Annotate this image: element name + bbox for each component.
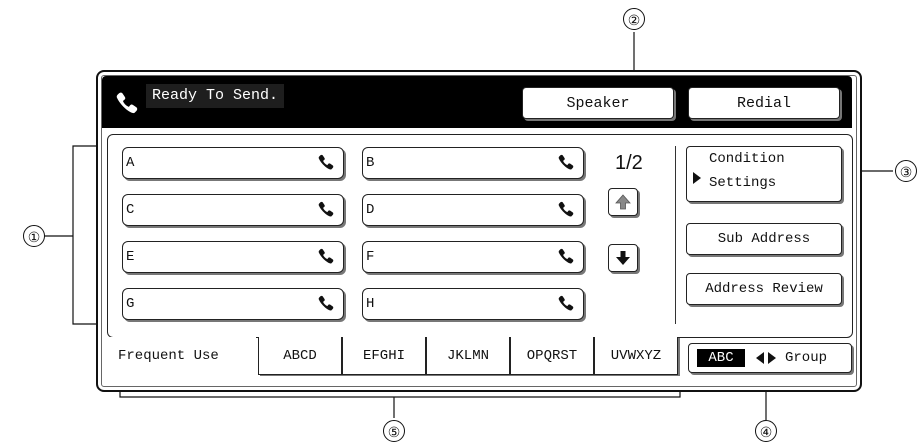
abc-group-toggle[interactable]: ABC Group	[688, 343, 852, 373]
tab-jklmn[interactable]: JKLMN	[426, 337, 510, 375]
status-text: Ready To Send.	[146, 84, 285, 108]
speaker-button[interactable]: Speaker	[522, 87, 674, 119]
destination-label: C	[126, 202, 135, 218]
tab-frequent-use[interactable]: Frequent Use	[108, 337, 256, 375]
destination-label: A	[126, 155, 135, 171]
abc-label: ABC	[697, 349, 745, 367]
tab-efghi[interactable]: EFGHI	[342, 337, 426, 375]
arrow-up-icon	[615, 194, 631, 210]
destination-label: H	[366, 296, 375, 312]
tab-abcd[interactable]: ABCD	[258, 337, 342, 375]
phone-icon	[116, 92, 138, 114]
condition-label-line2: Settings	[709, 175, 777, 191]
callout-2: ②	[623, 8, 645, 30]
phone-icon	[318, 248, 334, 264]
destination-label: D	[366, 202, 375, 218]
condition-settings-button[interactable]: Condition Settings	[686, 146, 842, 202]
phone-icon	[558, 295, 574, 311]
phone-icon	[318, 295, 334, 311]
destination-key-h[interactable]: H	[362, 288, 584, 320]
arrow-down-icon	[616, 251, 630, 265]
destination-key-a[interactable]: A	[122, 147, 344, 179]
destination-key-e[interactable]: E	[122, 241, 344, 273]
tab-opqrst[interactable]: OPQRST	[510, 337, 594, 375]
destination-key-c[interactable]: C	[122, 194, 344, 226]
tab-uvwxyz[interactable]: UVWXYZ	[594, 337, 678, 375]
phone-icon	[318, 201, 334, 217]
condition-label-line1: Condition	[709, 151, 785, 167]
destination-key-f[interactable]: F	[362, 241, 584, 273]
callout-1: ①	[23, 225, 45, 247]
phone-icon	[318, 154, 334, 170]
phone-icon	[558, 201, 574, 217]
callout-3: ③	[895, 160, 917, 182]
triangle-right-icon	[693, 172, 701, 184]
group-label: Group	[785, 350, 828, 366]
redial-button[interactable]: Redial	[688, 87, 840, 119]
destination-label: G	[126, 296, 135, 312]
callout-4: ④	[755, 420, 777, 442]
panel-divider	[675, 146, 676, 324]
callout-5: ⑤	[383, 420, 405, 442]
phone-icon	[558, 154, 574, 170]
destination-label: B	[366, 155, 375, 171]
destination-label: F	[366, 249, 375, 265]
address-review-button[interactable]: Address Review	[686, 273, 842, 305]
destination-label: E	[126, 249, 135, 265]
page-down-button[interactable]	[608, 244, 638, 272]
destination-key-d[interactable]: D	[362, 194, 584, 226]
page-up-button[interactable]	[608, 188, 638, 216]
destination-key-b[interactable]: B	[362, 147, 584, 179]
page-indicator: 1/2	[615, 152, 643, 174]
sub-address-button[interactable]: Sub Address	[686, 223, 842, 255]
destination-key-g[interactable]: G	[122, 288, 344, 320]
switch-arrows-icon	[756, 352, 776, 364]
phone-icon	[558, 248, 574, 264]
